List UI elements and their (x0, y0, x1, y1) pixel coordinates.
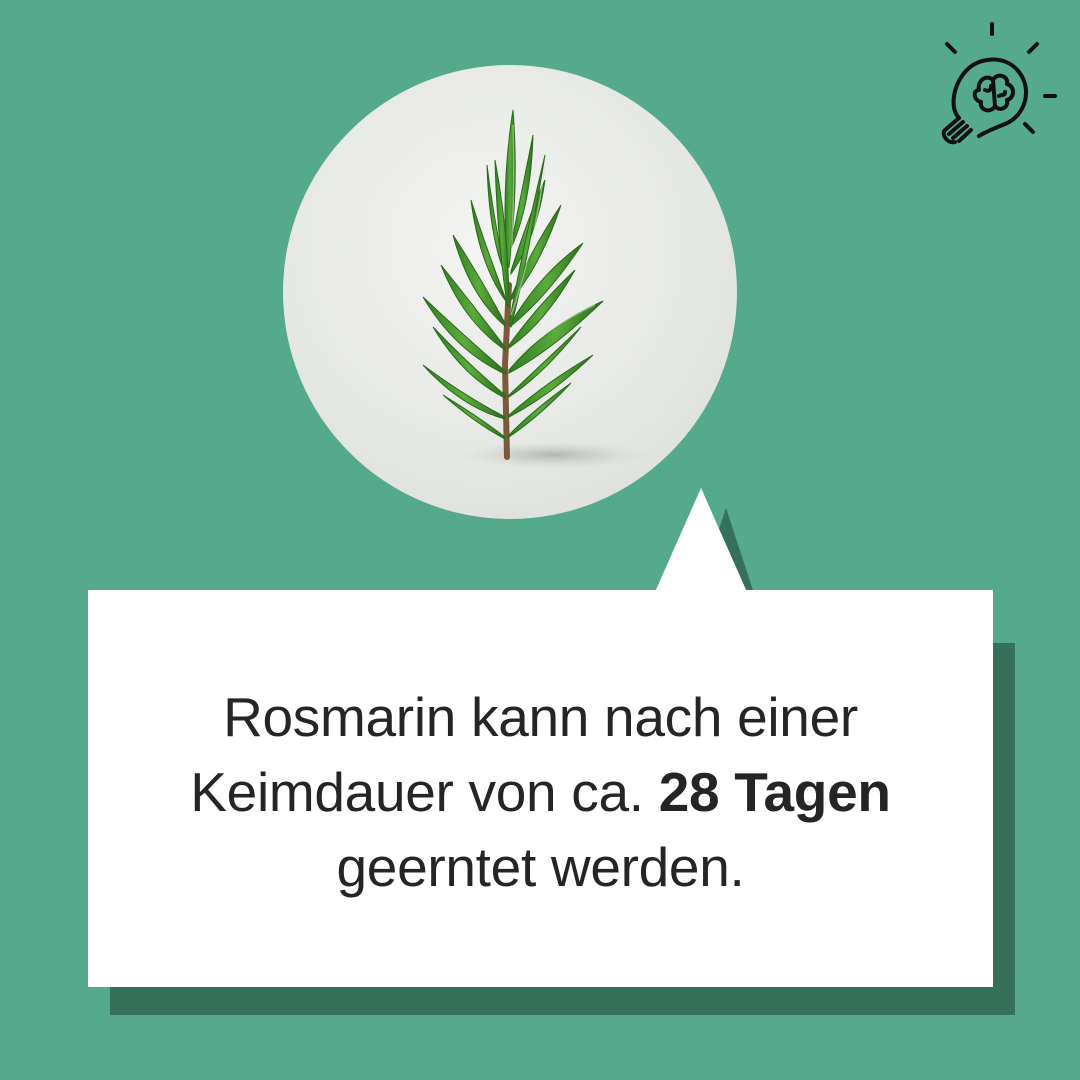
message-line-1: Rosmarin kann nach einer (223, 686, 858, 748)
post-canvas: Rosmarin kann nach einer Keimdauer von c… (0, 0, 1080, 1080)
rosemary-illustration (283, 65, 737, 519)
speech-bubble: Rosmarin kann nach einer Keimdauer von c… (88, 590, 993, 987)
message-highlight: 28 Tagen (658, 761, 891, 823)
message-line-2-start: Keimdauer von ca. (190, 761, 644, 823)
speech-bubble-tail (655, 488, 747, 592)
message-text: Rosmarin kann nach einer Keimdauer von c… (131, 680, 951, 905)
lightbulb-brain-icon (941, 22, 1057, 145)
rosemary-sprig-graphic (422, 109, 648, 469)
message-line-3: geerntet werden. (336, 836, 745, 898)
